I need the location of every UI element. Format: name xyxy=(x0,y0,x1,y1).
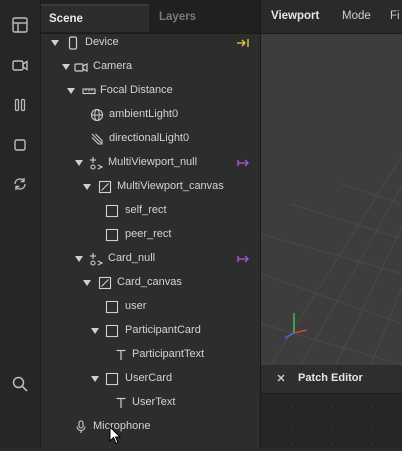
rectangle-icon xyxy=(105,372,119,386)
mouse-cursor-icon xyxy=(109,425,123,446)
tree-item-microphone[interactable]: Microphone xyxy=(41,415,260,439)
expand-caret-icon[interactable] xyxy=(82,278,92,288)
mode-menu[interactable]: Mode xyxy=(342,10,371,22)
expand-caret-icon[interactable] xyxy=(74,158,84,168)
expand-caret-icon[interactable] xyxy=(50,38,60,48)
canvas-icon xyxy=(98,180,112,194)
tree-item-label: ambientLight0 xyxy=(109,108,179,120)
rectangle-icon xyxy=(105,324,119,338)
tree-item-multiviewport-null[interactable]: MultiViewport_null xyxy=(41,151,260,175)
device-icon xyxy=(66,36,80,50)
tree-item-directional-light[interactable]: directionalLight0 xyxy=(41,127,260,151)
arrow-to-bar-icon[interactable] xyxy=(236,36,250,50)
layout-icon[interactable] xyxy=(8,13,32,37)
directional-light-icon xyxy=(90,132,104,146)
viewport-panel: Viewport Mode Fi xyxy=(260,0,402,366)
rectangle-icon xyxy=(105,300,119,314)
expand-caret-icon[interactable] xyxy=(61,62,71,72)
tree-item-label: MultiViewport_canvas xyxy=(117,180,224,192)
tree-item-label: Device xyxy=(85,36,119,48)
viewport-header: Viewport Mode Fi xyxy=(261,0,402,34)
tab-scene[interactable]: Scene xyxy=(41,4,149,32)
globe-icon xyxy=(90,108,104,122)
tree-item-user-card[interactable]: UserCard xyxy=(41,367,260,391)
tree-item-self-rect[interactable]: self_rect xyxy=(41,199,260,223)
expand-caret-icon[interactable] xyxy=(66,86,76,96)
tree-item-card-null[interactable]: Card_null xyxy=(41,247,260,271)
scene-panel: Scene Layers Device Camera Focal Distanc… xyxy=(41,0,260,448)
ruler-icon xyxy=(82,84,96,98)
scene-tab-bar: Scene Layers xyxy=(41,0,260,34)
patch-editor-canvas[interactable] xyxy=(261,394,402,448)
patch-editor-panel: Patch Editor xyxy=(260,365,402,448)
tree-item-multiviewport-canvas[interactable]: MultiViewport_canvas xyxy=(41,175,260,199)
rectangle-icon xyxy=(105,228,119,242)
patch-editor-title: Patch Editor xyxy=(298,372,363,384)
tree-item-label: ParticipantText xyxy=(132,348,205,360)
refresh-icon[interactable] xyxy=(8,172,32,196)
viewport-canvas[interactable] xyxy=(260,34,402,366)
video-camera-icon[interactable] xyxy=(8,53,32,77)
close-icon[interactable] xyxy=(276,373,286,383)
tree-item-ambient-light[interactable]: ambientLight0 xyxy=(41,103,260,127)
text-icon xyxy=(114,348,128,362)
expand-caret-icon[interactable] xyxy=(90,374,100,384)
tree-item-label: Camera xyxy=(93,60,133,72)
tree-item-participant-card[interactable]: ParticipantCard xyxy=(41,319,260,343)
camera-icon xyxy=(74,60,88,74)
canvas-icon xyxy=(98,276,112,290)
rectangle-icon xyxy=(105,204,119,218)
file-menu[interactable]: Fi xyxy=(390,10,400,22)
microphone-icon xyxy=(74,420,88,434)
patch-arrow-icon[interactable] xyxy=(236,156,250,170)
expand-caret-icon[interactable] xyxy=(74,254,84,264)
tree-item-label: UserText xyxy=(132,396,176,408)
tree-item-label: user xyxy=(125,300,147,312)
patch-arrow-icon[interactable] xyxy=(236,252,250,266)
tree-item-focal-distance[interactable]: Focal Distance xyxy=(41,79,260,103)
tree-item-label: self_rect xyxy=(125,204,167,216)
tree-item-card-canvas[interactable]: Card_canvas xyxy=(41,271,260,295)
tree-item-label: directionalLight0 xyxy=(109,132,190,144)
tab-layers[interactable]: Layers xyxy=(149,4,260,32)
stop-square-icon[interactable] xyxy=(8,133,32,157)
tree-item-user[interactable]: user xyxy=(41,295,260,319)
tree-item-peer-rect[interactable]: peer_rect xyxy=(41,223,260,247)
tree-item-user-text[interactable]: UserText xyxy=(41,391,260,415)
tree-item-label: ParticipantCard xyxy=(125,324,201,336)
expand-caret-icon[interactable] xyxy=(82,182,92,192)
pause-bars-icon[interactable] xyxy=(8,93,32,117)
null-object-icon xyxy=(89,252,103,266)
patch-editor-header: Patch Editor xyxy=(261,365,402,394)
tree-item-participant-text[interactable]: ParticipantText xyxy=(41,343,260,367)
tree-item-label: Card_canvas xyxy=(117,276,182,288)
tree-item-label: Card_null xyxy=(108,252,156,264)
tree-item-label: peer_rect xyxy=(125,228,172,240)
tree-item-camera[interactable]: Camera xyxy=(41,55,260,79)
null-object-icon xyxy=(89,156,103,170)
expand-caret-icon[interactable] xyxy=(90,326,100,336)
tree-item-label: UserCard xyxy=(125,372,173,384)
viewport-title[interactable]: Viewport xyxy=(271,10,319,22)
text-icon xyxy=(114,396,128,410)
tree-item-device[interactable]: Device xyxy=(41,31,260,55)
tree-item-label: Focal Distance xyxy=(100,84,173,96)
search-icon[interactable] xyxy=(8,372,32,396)
tool-rail xyxy=(0,0,41,448)
tree-item-label: MultiViewport_null xyxy=(108,156,198,168)
